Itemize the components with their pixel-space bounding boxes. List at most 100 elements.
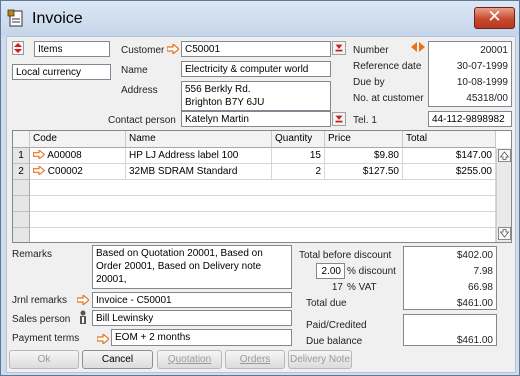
column-header-price[interactable]: Price xyxy=(325,131,403,148)
discount-value: 7.98 xyxy=(473,266,493,277)
table-cell-price[interactable]: $9.80 xyxy=(325,148,403,164)
customer-label: Customer xyxy=(121,45,165,56)
table-cell-name[interactable]: 32MB SDRAM Standard xyxy=(126,164,272,180)
column-header-code[interactable]: Code xyxy=(30,131,126,148)
vat-percent: 17 xyxy=(331,282,343,293)
discount-label: % discount xyxy=(347,266,396,277)
table-row[interactable] xyxy=(30,228,496,242)
due-balance-value: $461.00 xyxy=(456,335,493,346)
reference-date-label: Reference date xyxy=(353,61,422,72)
invoice-app-icon xyxy=(7,9,23,27)
row-arrow-icon[interactable] xyxy=(33,164,46,177)
payment-terms-arrow-icon[interactable] xyxy=(97,334,109,344)
cancel-button[interactable]: Cancel xyxy=(82,350,153,369)
contact-person-field[interactable]: Katelyn Martin xyxy=(181,111,331,127)
close-button[interactable]: ✕ xyxy=(474,7,515,29)
payment-terms-field[interactable]: EOM + 2 months xyxy=(111,329,292,346)
line-items-table: Code Name Quantity Price Total 1 A00008 … xyxy=(12,130,512,243)
window-title: Invoice xyxy=(32,10,83,27)
jrnl-remarks-label: Jrnl remarks xyxy=(12,295,68,306)
row-selector[interactable]: 2 xyxy=(13,164,30,180)
total-before-discount-label: Total before discount xyxy=(299,250,392,261)
customer-arrow-icon[interactable] xyxy=(167,44,179,54)
delivery-note-button[interactable]: Delivery Note xyxy=(288,350,352,369)
table-cell-code[interactable]: A00008 xyxy=(30,148,126,164)
invoice-form: Items Local currency Customer C50001 Nam… xyxy=(6,36,516,373)
table-cell-name[interactable]: HP LJ Address label 100 xyxy=(126,148,272,164)
address-line-1: 556 Berkly Rd. xyxy=(185,84,251,95)
remarks-line-1: Based on Quotation 20001, Based on xyxy=(96,248,263,259)
row-arrow-icon[interactable] xyxy=(33,148,46,161)
currency-field[interactable]: Local currency xyxy=(12,64,111,80)
grid-scrollbar[interactable] xyxy=(496,148,511,242)
name-label: Name xyxy=(121,65,148,76)
number-lookup-icon[interactable] xyxy=(411,42,425,52)
quotation-button-label: Quotation xyxy=(167,354,212,365)
number-at-customer-label: No. at customer xyxy=(353,93,424,104)
table-cell-quantity[interactable]: 15 xyxy=(272,148,325,164)
payment-terms-label: Payment terms xyxy=(12,333,80,344)
discount-percent-field[interactable]: 2.00 xyxy=(316,263,345,279)
table-cell-total[interactable]: $255.00 xyxy=(403,164,496,180)
sales-person-label: Sales person xyxy=(12,314,71,325)
total-before-discount-value: $402.00 xyxy=(456,250,493,261)
due-by-label: Due by xyxy=(353,77,385,88)
row-selector[interactable] xyxy=(13,228,30,242)
row-selector[interactable] xyxy=(13,196,30,212)
invoice-window: Invoice ✕ Items Local currency Customer … xyxy=(0,0,520,376)
vat-value: 66.98 xyxy=(467,282,493,293)
code-value: C00002 xyxy=(47,166,83,177)
row-selector[interactable] xyxy=(13,212,30,228)
sales-person-icon[interactable] xyxy=(78,310,88,326)
column-header-name[interactable]: Name xyxy=(126,131,272,148)
contact-person-label: Contact person xyxy=(108,115,176,126)
jrnl-remarks-field[interactable]: Invoice - C50001 xyxy=(92,292,292,308)
remarks-label: Remarks xyxy=(12,249,53,260)
table-cell-quantity[interactable]: 2 xyxy=(272,164,325,180)
due-by-value[interactable]: 10-08-1999 xyxy=(428,77,508,88)
reference-date-value[interactable]: 30-07-1999 xyxy=(428,61,508,72)
grid-corner xyxy=(13,131,30,148)
scroll-down-icon[interactable] xyxy=(498,227,511,240)
total-due-value: $461.00 xyxy=(456,298,493,309)
ok-button[interactable]: Ok xyxy=(9,350,79,369)
number-value[interactable]: 20001 xyxy=(428,45,508,56)
contact-dropdown-icon[interactable] xyxy=(332,112,346,126)
row-selector[interactable]: 1 xyxy=(13,148,30,164)
items-field[interactable]: Items xyxy=(34,41,110,57)
address-label: Address xyxy=(121,85,158,96)
vat-label: % VAT xyxy=(347,282,377,293)
remarks-line-2: Order 20001, Based on Delivery note xyxy=(96,261,262,272)
table-row[interactable] xyxy=(30,212,496,228)
table-row[interactable] xyxy=(30,196,496,212)
table-row[interactable] xyxy=(30,180,496,196)
quotation-button[interactable]: Quotation xyxy=(157,350,222,369)
address-field[interactable]: 556 Berkly Rd. Brighton B7Y 6JU xyxy=(181,81,331,111)
scroll-up-icon[interactable] xyxy=(498,149,511,162)
telephone-field[interactable]: 44-112-9898982 xyxy=(428,111,512,127)
code-value: A00008 xyxy=(47,150,82,161)
table-cell-total[interactable]: $147.00 xyxy=(403,148,496,164)
title-bar[interactable]: Invoice ✕ xyxy=(1,1,519,36)
customer-name-field[interactable]: Electricity & computer world xyxy=(181,61,331,77)
items-up-down-icon[interactable] xyxy=(12,41,24,55)
remarks-line-3: 20001, xyxy=(96,274,127,285)
column-header-total[interactable]: Total xyxy=(403,131,496,148)
close-icon: ✕ xyxy=(487,7,502,27)
telephone-label: Tel. 1 xyxy=(353,115,377,126)
customer-dropdown-icon[interactable] xyxy=(332,41,346,55)
sales-person-field[interactable]: Bill Lewinsky xyxy=(92,310,292,326)
column-header-quantity[interactable]: Quantity xyxy=(272,131,325,148)
customer-code-field[interactable]: C50001 xyxy=(181,41,331,57)
number-label: Number xyxy=(353,45,389,56)
orders-button[interactable]: Orders xyxy=(225,350,285,369)
number-at-customer-value[interactable]: 45318/00 xyxy=(428,93,508,104)
row-selector[interactable] xyxy=(13,180,30,196)
total-due-label: Total due xyxy=(306,298,347,309)
paid-credited-label: Paid/Credited xyxy=(306,320,367,331)
remarks-field[interactable]: Based on Quotation 20001, Based on Order… xyxy=(92,245,292,289)
jrnl-arrow-icon[interactable] xyxy=(77,295,89,305)
table-cell-price[interactable]: $127.50 xyxy=(325,164,403,180)
due-balance-label: Due balance xyxy=(306,336,363,347)
table-cell-code[interactable]: C00002 xyxy=(30,164,126,180)
